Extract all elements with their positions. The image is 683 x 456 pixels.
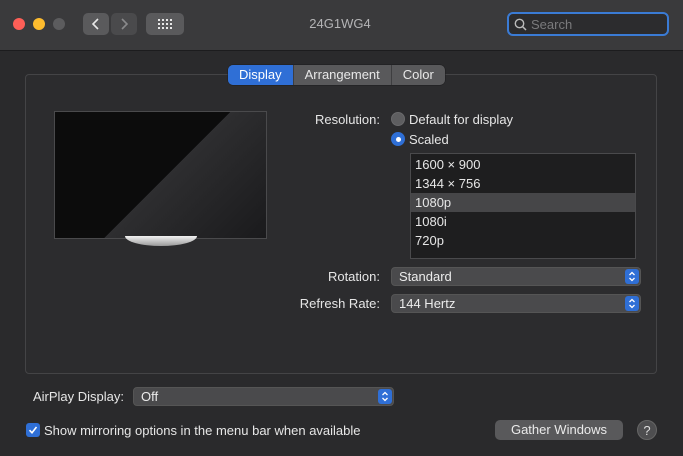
rotation-label: Rotation: xyxy=(327,269,380,284)
refresh-rate-label: Refresh Rate: xyxy=(299,296,380,311)
airplay-value: Off xyxy=(141,389,159,404)
resolution-list[interactable]: 1600 × 900 1344 × 756 1080p 1080i 720p xyxy=(410,153,636,259)
mirroring-label[interactable]: Show mirroring options in the menu bar w… xyxy=(44,423,361,438)
tab-color[interactable]: Color xyxy=(392,65,445,85)
rotation-value: Standard xyxy=(399,269,452,284)
show-all-button[interactable] xyxy=(146,13,184,35)
window-title: 24G1WG4 xyxy=(309,16,371,31)
airplay-select[interactable]: Off xyxy=(133,387,394,406)
title-bar: 24G1WG4 xyxy=(0,0,683,51)
airplay-label: AirPlay Display: xyxy=(32,389,124,404)
list-item[interactable]: 1080p xyxy=(411,193,635,212)
resolution-label: Resolution: xyxy=(314,112,380,127)
refresh-rate-value: 144 Hertz xyxy=(399,296,456,311)
list-item[interactable]: 1600 × 900 xyxy=(411,155,635,174)
option-scaled-label: Scaled xyxy=(409,132,449,147)
zoom-window-button[interactable] xyxy=(53,18,65,30)
list-item[interactable]: 1344 × 756 xyxy=(411,174,635,193)
tab-bar: Display Arrangement Color xyxy=(228,65,445,85)
search-icon xyxy=(514,18,527,31)
chevron-right-icon xyxy=(121,18,129,30)
tab-display[interactable]: Display xyxy=(228,65,294,85)
gather-windows-button[interactable]: Gather Windows xyxy=(495,420,623,440)
list-item[interactable]: 1080i xyxy=(411,212,635,231)
option-default-label: Default for display xyxy=(409,112,514,127)
search-field[interactable] xyxy=(507,12,669,36)
chevron-updown-icon xyxy=(625,269,639,284)
tab-arrangement[interactable]: Arrangement xyxy=(294,65,392,85)
mirroring-checkbox[interactable] xyxy=(26,423,40,437)
grid-icon xyxy=(158,19,172,29)
help-button[interactable]: ? xyxy=(637,420,657,440)
refresh-rate-select[interactable]: 144 Hertz xyxy=(391,294,641,313)
chevron-left-icon xyxy=(91,18,99,30)
list-item[interactable]: 720p xyxy=(411,231,635,250)
radio-scaled[interactable] xyxy=(391,132,405,146)
search-input[interactable] xyxy=(531,14,661,34)
minimize-window-button[interactable] xyxy=(33,18,45,30)
monitor-image xyxy=(54,111,267,239)
chevron-updown-icon xyxy=(625,296,639,311)
checkmark-icon xyxy=(28,426,38,435)
back-button[interactable] xyxy=(83,13,109,35)
close-window-button[interactable] xyxy=(13,18,25,30)
chevron-updown-icon xyxy=(378,389,392,404)
rotation-select[interactable]: Standard xyxy=(391,267,641,286)
radio-default-for-display[interactable] xyxy=(391,112,405,126)
forward-button[interactable] xyxy=(111,13,137,35)
